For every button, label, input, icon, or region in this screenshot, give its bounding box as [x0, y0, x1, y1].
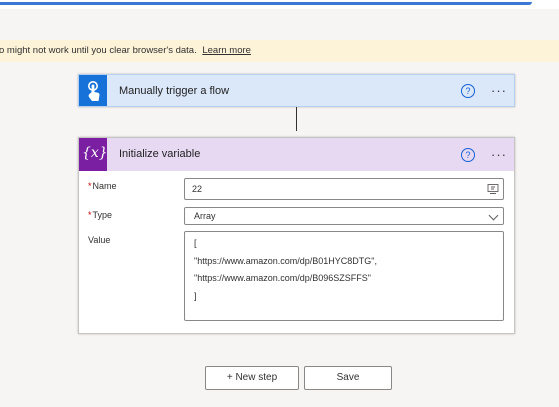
value-line: ]: [194, 290, 197, 301]
warning-banner: o might not work until you clear browser…: [0, 40, 559, 62]
more-options-icon[interactable]: ···: [491, 84, 507, 97]
initialize-variable-card: {x} Initialize variable ? ··· *Name 22 *…: [78, 137, 515, 334]
banner-message: o might not work until you clear browser…: [0, 45, 197, 56]
more-options-icon[interactable]: ···: [491, 148, 507, 161]
variable-icon: {x}: [79, 138, 108, 171]
type-dropdown[interactable]: Array: [184, 207, 504, 225]
top-bar-accent: [0, 2, 532, 5]
new-step-button[interactable]: + New step: [205, 366, 299, 390]
help-icon[interactable]: ?: [461, 84, 475, 98]
flow-connector: [296, 107, 297, 131]
name-field[interactable]: 22: [184, 178, 504, 200]
save-button[interactable]: Save: [304, 366, 392, 390]
name-value: 22: [192, 184, 203, 194]
trigger-title: Manually trigger a flow: [119, 85, 230, 97]
help-icon[interactable]: ?: [461, 148, 475, 162]
value-line: "https://www.amazon.com/dp/B096SZSFFS": [194, 273, 371, 283]
learn-more-link[interactable]: Learn more: [202, 45, 251, 56]
trigger-card[interactable]: Manually trigger a flow ? ···: [78, 74, 515, 107]
touch-trigger-icon: [79, 75, 107, 106]
variable-title: Initialize variable: [119, 148, 201, 160]
chevron-down-icon: [488, 210, 499, 221]
variable-picker-icon[interactable]: [487, 183, 499, 195]
name-label: *Name: [88, 181, 117, 191]
value-field[interactable]: [ "https://www.amazon.com/dp/B01HYC8DTG"…: [184, 231, 504, 321]
type-selected-value: Array: [194, 211, 216, 221]
type-label: *Type: [88, 210, 113, 220]
value-line: [: [194, 238, 197, 248]
value-label: Value: [88, 235, 111, 245]
value-line: "https://www.amazon.com/dp/B01HYC8DTG",: [194, 255, 377, 266]
top-bar: [0, 0, 559, 9]
variable-card-header[interactable]: {x} Initialize variable ? ···: [79, 138, 514, 171]
